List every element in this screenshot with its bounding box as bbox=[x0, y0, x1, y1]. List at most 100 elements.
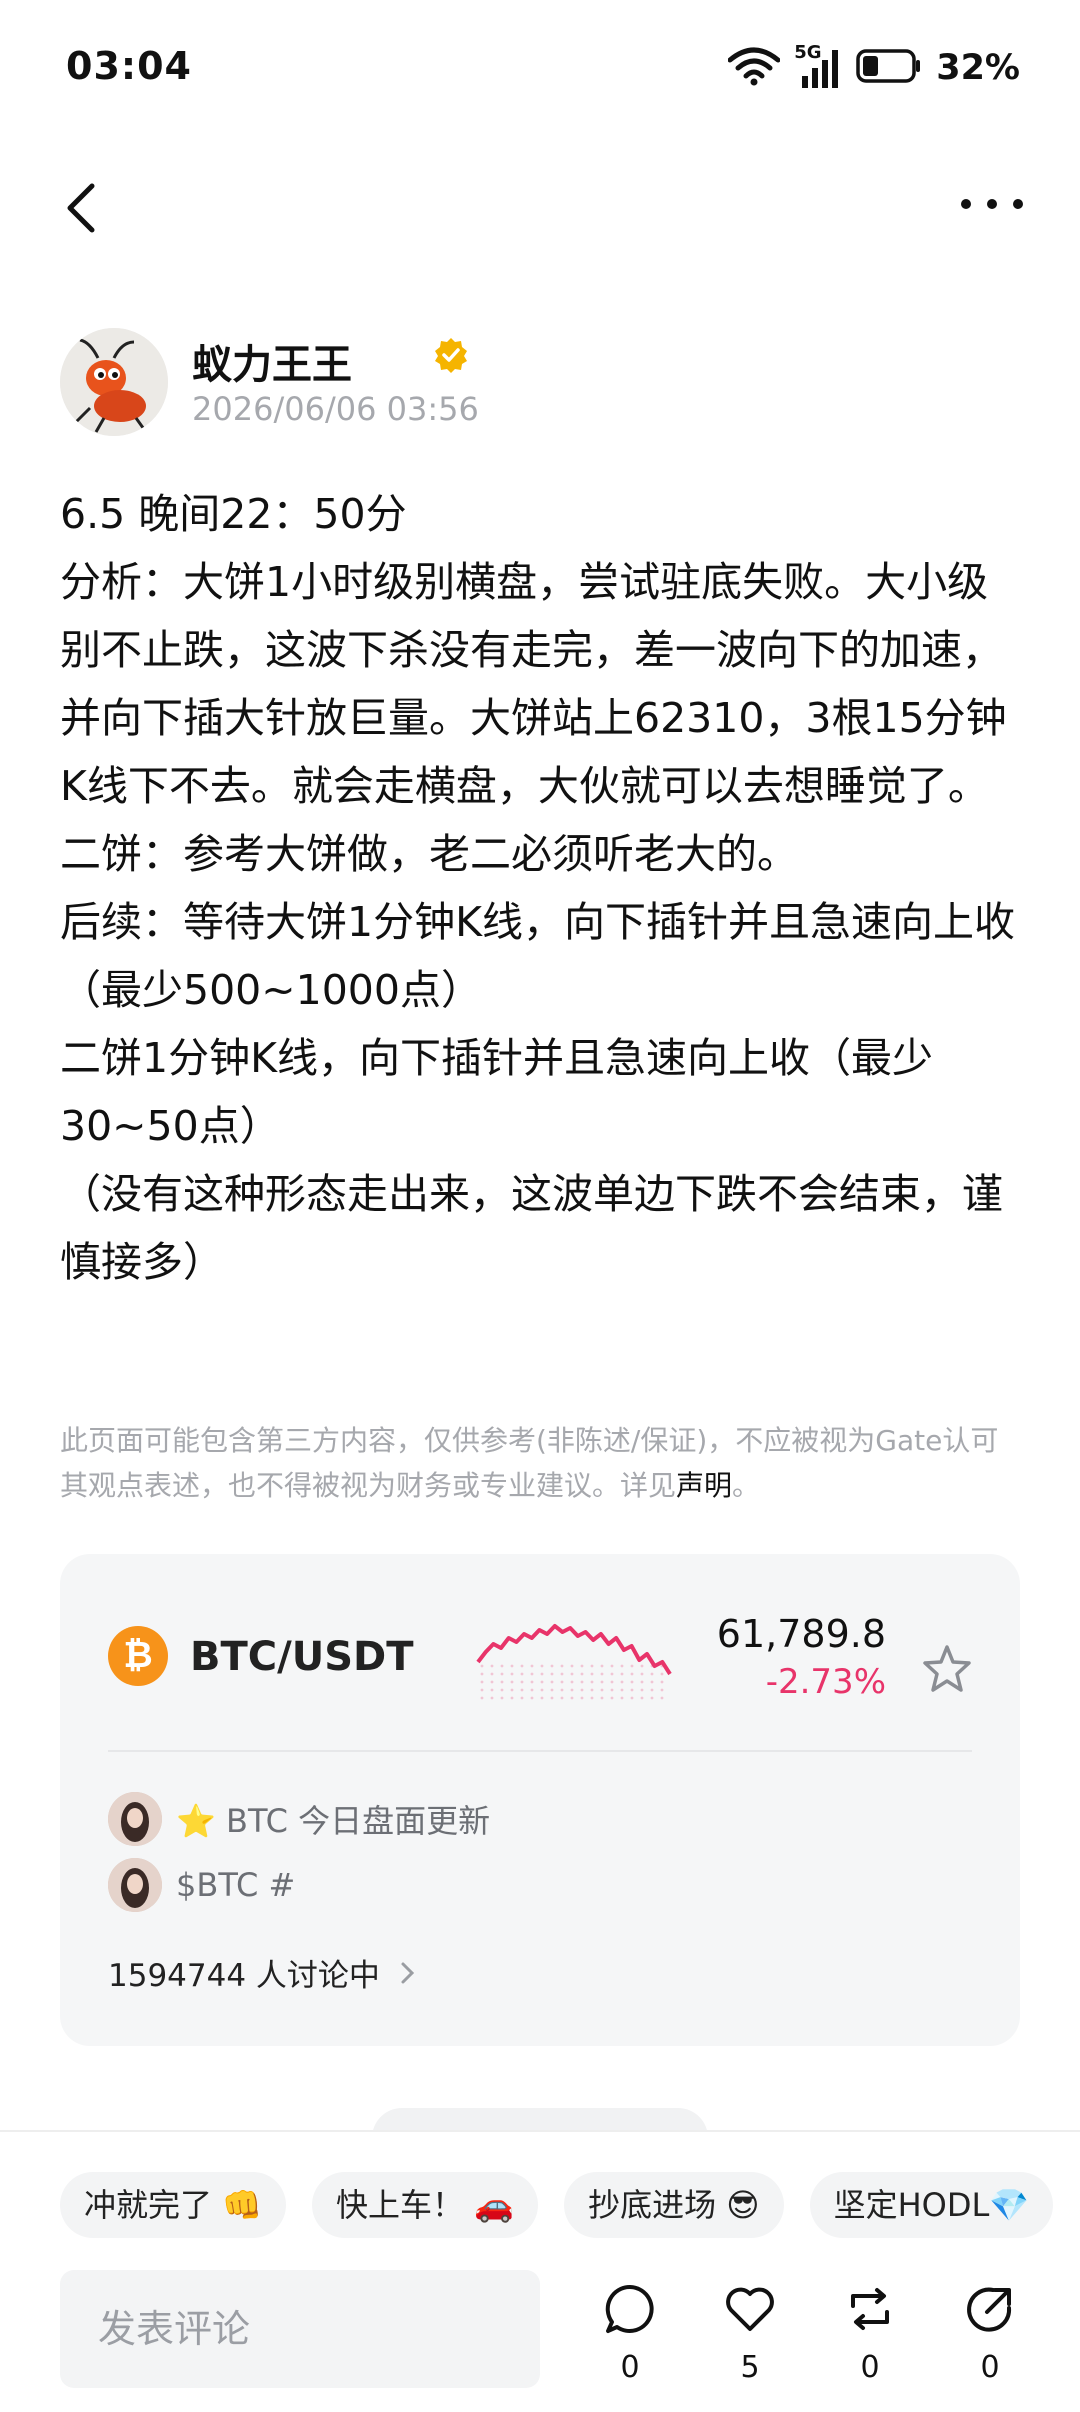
card-divider bbox=[108, 1750, 972, 1752]
sparkline-dot bbox=[600, 1696, 604, 1700]
sparkline-dot bbox=[580, 1664, 584, 1668]
battery-icon bbox=[856, 49, 922, 87]
like-button[interactable]: 5 bbox=[710, 2282, 790, 2385]
sparkline-dot bbox=[590, 1688, 594, 1692]
topic-item[interactable]: ⭐ BTC 今日盘面更新 bbox=[108, 1792, 490, 1846]
more-dots-icon bbox=[961, 199, 1023, 209]
status-icons: 5G 32% bbox=[727, 42, 1020, 90]
sparkline-dot bbox=[510, 1688, 514, 1692]
sparkline-dot bbox=[600, 1680, 604, 1684]
discussion-link[interactable]: 1594744 人讨论中 bbox=[108, 1950, 418, 1995]
cellular-5g-icon: 5G bbox=[794, 42, 842, 90]
sparkline-dot bbox=[610, 1696, 614, 1700]
sparkline-dot bbox=[490, 1672, 494, 1676]
share-count: 0 bbox=[980, 2350, 1000, 2385]
sparkline-dot bbox=[590, 1672, 594, 1676]
share-icon bbox=[967, 2287, 1012, 2332]
sparkline-dot bbox=[650, 1696, 654, 1700]
sparkline-dot bbox=[610, 1680, 614, 1684]
sparkline-dot bbox=[650, 1680, 654, 1684]
sparkline-dot bbox=[590, 1696, 594, 1700]
quick-reply-chip[interactable]: 快上车！ 🚗 bbox=[312, 2172, 539, 2238]
sparkline-dot bbox=[550, 1664, 554, 1668]
sparkline-dot bbox=[510, 1672, 514, 1676]
sparkline-dot bbox=[560, 1672, 564, 1676]
topic-text: ⭐ BTC 今日盘面更新 bbox=[176, 1802, 491, 1840]
sparkline-dot bbox=[530, 1672, 534, 1676]
battery-percent: 32% bbox=[936, 48, 1020, 88]
comment-input[interactable]: 发表评论 bbox=[60, 2270, 540, 2388]
comment-bubble-icon bbox=[605, 2284, 654, 2333]
sparkline-dot bbox=[610, 1672, 614, 1676]
sparkline-dot bbox=[530, 1696, 534, 1700]
sparkline-dot bbox=[660, 1688, 664, 1692]
disclaimer-link[interactable]: 声明 bbox=[676, 1469, 732, 1502]
sparkline-dot bbox=[490, 1664, 494, 1668]
sparkline-dot bbox=[540, 1680, 544, 1684]
coin-row[interactable]: ₿ BTC/USDT 61,789.8 -2.73% bbox=[108, 1604, 980, 1724]
sparkline-dot bbox=[500, 1696, 504, 1700]
comment-button[interactable]: 0 bbox=[590, 2282, 670, 2385]
market-card[interactable]: ₿ BTC/USDT 61,789.8 -2.73% ⭐ BTC 今日盘面更新 … bbox=[60, 1554, 1020, 2046]
more-options-button[interactable] bbox=[952, 184, 1032, 224]
sparkline-dot bbox=[640, 1664, 644, 1668]
favorite-star-icon[interactable] bbox=[920, 1642, 974, 1696]
sparkline-dot bbox=[660, 1696, 664, 1700]
quick-reply-chip[interactable]: 坚定HODL💎 bbox=[809, 2172, 1054, 2238]
sparkline-dot bbox=[540, 1672, 544, 1676]
chevron-left-icon bbox=[67, 183, 95, 233]
sparkline-dot bbox=[650, 1672, 654, 1676]
heart-icon bbox=[726, 2287, 774, 2331]
sparkline-dot bbox=[580, 1696, 584, 1700]
repost-icon bbox=[851, 2288, 889, 2330]
sparkline-dot bbox=[490, 1688, 494, 1692]
discussion-count: 1594744 人讨论中 bbox=[108, 1958, 380, 1994]
sparkline-dot bbox=[540, 1696, 544, 1700]
repost-count: 0 bbox=[860, 2350, 880, 2385]
sparkline-dot bbox=[530, 1688, 534, 1692]
sparkline-dot bbox=[630, 1664, 634, 1668]
topic-avatar bbox=[108, 1858, 162, 1912]
post-line: 6.5 晚间22：50分 bbox=[60, 490, 407, 538]
post-line: 分析：大饼1小时级别横盘，尝试驻底失败。大小级别不止跌，这波下杀没有走完，差一波… bbox=[60, 558, 1007, 810]
quick-reply-chip[interactable]: 冲就完了 👊 bbox=[60, 2172, 287, 2238]
sparkline-dot bbox=[480, 1680, 484, 1684]
sparkline-dot bbox=[510, 1680, 514, 1684]
sparkline-dot bbox=[630, 1696, 634, 1700]
trading-pair: BTC/USDT bbox=[190, 1634, 414, 1680]
sparkline-dot bbox=[550, 1688, 554, 1692]
bottom-panel: 冲就完了 👊 快上车！ 🚗 抄底进场 😎 坚定HODL💎 发表评论 0 5 0 bbox=[0, 2130, 1080, 2412]
sparkline-dot bbox=[480, 1664, 484, 1668]
back-button[interactable] bbox=[56, 178, 106, 238]
sparkline-dot bbox=[570, 1664, 574, 1668]
share-button[interactable]: 0 bbox=[950, 2282, 1030, 2385]
author-name[interactable]: 蚁力王王 bbox=[192, 332, 352, 390]
quick-reply-chip[interactable]: 抄底进场 😎 bbox=[564, 2172, 784, 2238]
sparkline-dot bbox=[650, 1688, 654, 1692]
sparkline-dot bbox=[520, 1672, 524, 1676]
sparkline-dot bbox=[520, 1680, 524, 1684]
repost-button[interactable]: 0 bbox=[830, 2282, 910, 2385]
topic-item[interactable]: $BTC # bbox=[108, 1858, 295, 1912]
ant-avatar-icon bbox=[60, 328, 168, 436]
sparkline-dot bbox=[550, 1680, 554, 1684]
sparkline-dot bbox=[560, 1664, 564, 1668]
author-avatar[interactable] bbox=[60, 328, 168, 436]
sparkline-dot bbox=[490, 1680, 494, 1684]
sparkline-dot bbox=[610, 1664, 614, 1668]
sparkline-dot bbox=[580, 1688, 584, 1692]
sparkline-dot bbox=[640, 1672, 644, 1676]
sparkline-dot bbox=[570, 1696, 574, 1700]
sparkline-dot bbox=[580, 1680, 584, 1684]
sparkline-dot bbox=[500, 1672, 504, 1676]
sparkline-dot bbox=[530, 1680, 534, 1684]
sparkline-dot bbox=[500, 1688, 504, 1692]
sparkline-dot bbox=[570, 1688, 574, 1692]
post-author: 蚁力王王 2026/06/06 03:56 bbox=[60, 328, 1020, 438]
sparkline-dot bbox=[620, 1672, 624, 1676]
sparkline-dot bbox=[590, 1664, 594, 1668]
price-change: -2.73% bbox=[765, 1662, 886, 1702]
sparkline-dot bbox=[640, 1680, 644, 1684]
wifi-icon bbox=[727, 46, 781, 90]
sparkline-dot bbox=[620, 1664, 624, 1668]
